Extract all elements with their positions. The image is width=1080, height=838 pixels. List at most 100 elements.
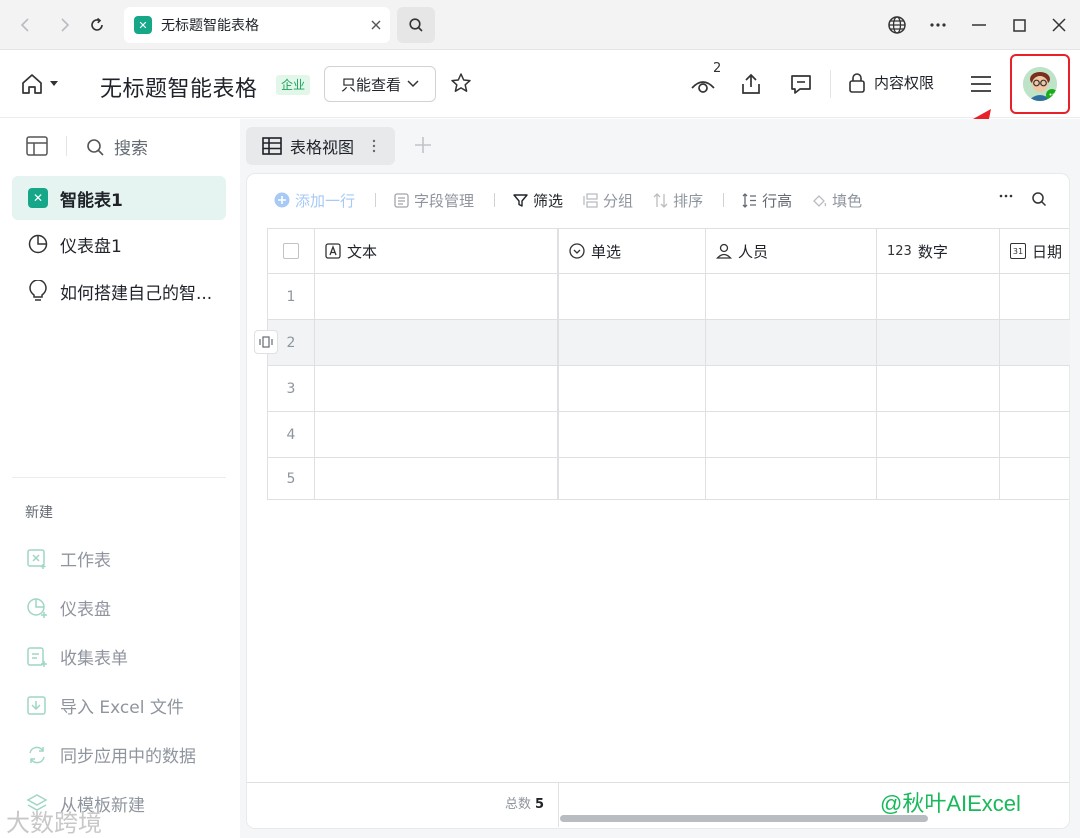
new-item-label: 仪表盘 xyxy=(60,600,111,620)
permission-dropdown[interactable]: 只能查看 xyxy=(324,66,436,102)
viewers-button[interactable] xyxy=(690,74,718,96)
sync-data-item[interactable]: 同步应用中的数据 xyxy=(26,742,196,767)
import-excel-item[interactable]: 导入 Excel 文件 xyxy=(26,693,184,718)
maximize-button[interactable] xyxy=(1003,9,1035,41)
table-cell[interactable] xyxy=(706,274,877,319)
column-header-number[interactable]: 123 数字 xyxy=(877,229,1000,274)
total-label: 总数 xyxy=(505,797,532,812)
column-header-person[interactable]: 人员 xyxy=(706,229,877,274)
table-cell[interactable] xyxy=(315,274,559,319)
toggle-sidebar-button[interactable] xyxy=(26,136,48,156)
favorite-button[interactable] xyxy=(450,72,472,94)
tab-table-view[interactable]: 表格视图 xyxy=(246,127,395,165)
row-height-button[interactable]: 行高 xyxy=(742,190,792,211)
new-form-item[interactable]: 收集表单 xyxy=(26,644,128,669)
comments-button[interactable] xyxy=(790,73,812,95)
fill-color-button[interactable]: 填色 xyxy=(812,190,862,211)
table-row[interactable]: 5 xyxy=(268,458,1070,499)
home-button[interactable] xyxy=(20,72,58,96)
person-icon xyxy=(716,243,732,259)
table-row[interactable]: 3 xyxy=(268,366,1070,412)
tab-search-button[interactable] xyxy=(397,7,435,43)
table-cell[interactable] xyxy=(315,366,559,411)
table-cell[interactable] xyxy=(315,458,559,499)
menu-button[interactable] xyxy=(970,75,992,93)
toolbar-more-button[interactable] xyxy=(999,194,1013,198)
table-cell[interactable] xyxy=(877,458,1000,499)
refresh-button[interactable] xyxy=(81,9,113,41)
select-all-checkbox[interactable] xyxy=(283,243,299,259)
sidebar-item-dashboard[interactable]: 仪表盘1 xyxy=(12,222,226,266)
table-cell[interactable] xyxy=(706,320,877,365)
table-cell[interactable] xyxy=(877,274,1000,319)
table-cell[interactable] xyxy=(559,366,706,411)
globe-button[interactable] xyxy=(881,9,913,41)
table-row[interactable]: 4 xyxy=(268,412,1070,458)
close-window-button[interactable] xyxy=(1043,9,1075,41)
filter-button[interactable]: 筛选 xyxy=(513,190,563,211)
table-row[interactable]: 1 xyxy=(268,274,1070,320)
table-cell[interactable] xyxy=(315,412,559,457)
select-all-header xyxy=(268,229,315,274)
table-cell[interactable] xyxy=(706,412,877,457)
avatar-highlight-box[interactable] xyxy=(1010,54,1070,114)
field-manage-label: 字段管理 xyxy=(414,191,475,210)
add-circle-icon xyxy=(274,192,290,208)
toolbar-divider xyxy=(723,193,725,207)
new-dashboard-item[interactable]: 仪表盘 xyxy=(26,595,111,620)
new-worksheet-item[interactable]: 工作表 xyxy=(26,546,111,571)
watermark-right: @秋叶AIExcel xyxy=(880,791,1021,816)
row-expand-handle[interactable] xyxy=(254,330,278,354)
table-cell[interactable] xyxy=(877,320,1000,365)
group-button[interactable]: 分组 xyxy=(583,190,633,211)
sort-button[interactable]: 排序 xyxy=(653,190,703,211)
more-vertical-icon[interactable] xyxy=(372,139,376,153)
search-icon xyxy=(87,138,104,156)
row-height-icon xyxy=(742,192,757,208)
watermark-left: 大数跨境 xyxy=(6,809,102,837)
document-title[interactable]: 无标题智能表格 xyxy=(100,71,258,103)
table-cell[interactable] xyxy=(559,458,706,499)
table-cell[interactable] xyxy=(877,366,1000,411)
back-button[interactable] xyxy=(10,9,42,41)
content-permission-button[interactable]: 内容权限 xyxy=(848,72,934,93)
table-cell[interactable] xyxy=(559,320,706,365)
sidebar-item-guide[interactable]: 如何搭建自己的智... xyxy=(12,269,226,313)
globe-icon xyxy=(888,16,906,34)
data-grid: 文本 单选 人员 123 数字 31 日期 1 2 3 4 5 xyxy=(267,228,1070,500)
table-search-button[interactable] xyxy=(1031,191,1047,207)
new-item-label: 收集表单 xyxy=(60,649,128,669)
close-tab-icon[interactable] xyxy=(370,19,382,31)
row-number: 4 xyxy=(268,412,315,457)
column-header-date[interactable]: 31 日期 xyxy=(1000,229,1070,274)
table-cell[interactable] xyxy=(877,412,1000,457)
sidebar-layout-icon xyxy=(26,136,48,156)
table-cell[interactable] xyxy=(315,320,559,365)
table-cell[interactable] xyxy=(706,458,877,499)
browser-tab[interactable]: ✕ 无标题智能表格 xyxy=(124,7,390,43)
row-height-label: 行高 xyxy=(762,191,793,210)
table-cell[interactable] xyxy=(559,412,706,457)
more-button[interactable] xyxy=(922,9,954,41)
horizontal-scrollbar[interactable] xyxy=(560,815,928,822)
table-cell[interactable] xyxy=(559,274,706,319)
sidebar-search[interactable]: 搜索 xyxy=(86,134,148,159)
lightbulb-icon xyxy=(29,280,47,301)
forward-button[interactable] xyxy=(48,9,80,41)
sidebar-item-smart-table[interactable]: ✕ 智能表1 xyxy=(12,176,226,220)
expand-row-icon xyxy=(259,336,273,348)
minimize-button[interactable] xyxy=(963,9,995,41)
sidebar-separator xyxy=(12,477,226,478)
table-cell[interactable] xyxy=(706,366,877,411)
column-header-text[interactable]: 文本 xyxy=(315,229,559,274)
table-row[interactable]: 2 xyxy=(268,320,1070,366)
share-button[interactable] xyxy=(740,72,762,96)
column-header-single-select[interactable]: 单选 xyxy=(559,229,706,274)
more-dots-icon xyxy=(930,23,946,27)
row-total: 总数 5 xyxy=(505,793,544,812)
field-manage-button[interactable]: 字段管理 xyxy=(394,190,474,211)
sidebar-divider xyxy=(66,136,67,156)
add-view-button[interactable] xyxy=(414,136,432,154)
add-row-button[interactable]: 添加一行 xyxy=(274,190,355,211)
permission-label: 只能查看 xyxy=(340,75,401,94)
